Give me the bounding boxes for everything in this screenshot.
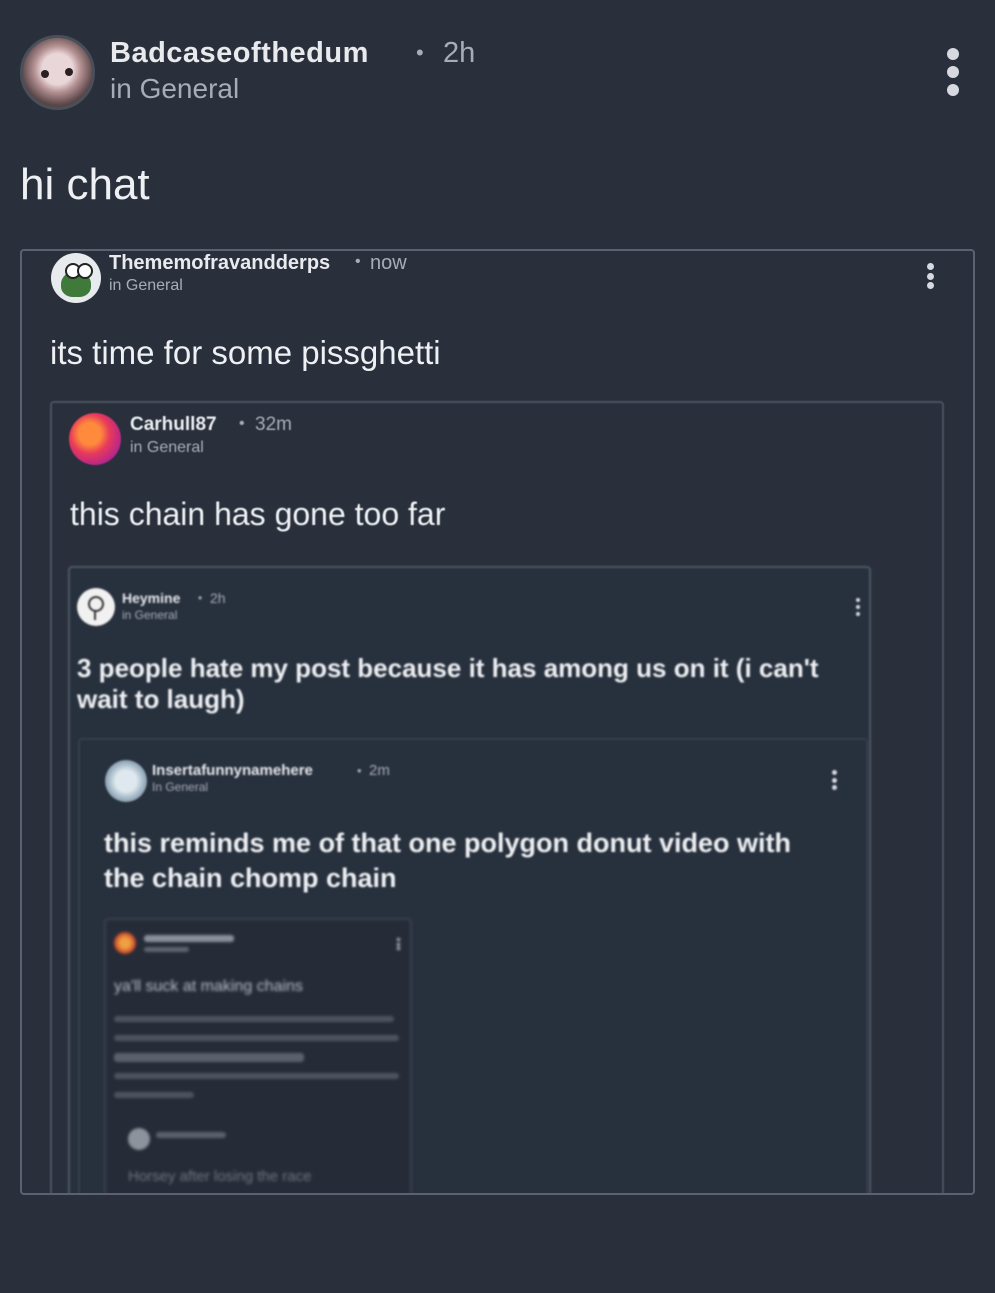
quote2-frame: Carhull87 • 32m in General this chain ha… <box>50 401 944 1193</box>
embedded-screenshot[interactable]: Thememofravandderps • now in General its… <box>20 249 975 1195</box>
quote3-separator: • <box>198 591 203 605</box>
post-separator: • <box>416 40 424 65</box>
avatar <box>77 588 115 626</box>
avatar <box>69 413 121 465</box>
quote3-body-line1: 3 people hate my post because it has amo… <box>77 653 819 683</box>
quote2-username: Carhull87 <box>130 414 217 435</box>
quote3-timestamp: 2h <box>210 590 226 606</box>
quote4-body-line2: the chain chomp chain <box>104 863 397 893</box>
more-vertical-icon <box>925 263 935 289</box>
avatar <box>114 932 136 954</box>
quote4-community: In General <box>152 780 209 794</box>
quote1-body: its time for some pissghetti <box>50 334 441 371</box>
quote1-username: Thememofravandderps <box>109 252 331 274</box>
quote1-timestamp: now <box>370 252 407 274</box>
quote5-frame: ya'll suck at making chains Horsey after… <box>104 918 412 1193</box>
quote3-community: in General <box>122 608 178 622</box>
post-username[interactable]: Badcaseofthedum <box>110 37 369 70</box>
avatar[interactable] <box>20 35 95 110</box>
more-vertical-icon <box>831 770 837 790</box>
quote2-separator: • <box>239 415 245 432</box>
quote4-frame: Insertafunnynamehere • 2m In General thi… <box>78 738 868 1193</box>
more-vertical-icon[interactable] <box>943 48 963 96</box>
quote2-timestamp: 32m <box>255 414 292 435</box>
more-vertical-icon <box>396 938 400 950</box>
quote3-frame: Heymine • 2h in General 3 people hate my… <box>68 566 871 1193</box>
quote4-timestamp: 2m <box>369 762 390 779</box>
post-community[interactable]: in General <box>110 73 239 105</box>
quote3-body-line2: wait to laugh) <box>77 684 245 714</box>
quote4-separator: • <box>357 763 362 778</box>
quote1-separator: • <box>355 253 361 270</box>
post-timestamp: 2h <box>443 37 476 69</box>
quote4-body-line1: this reminds me of that one polygon donu… <box>104 828 791 858</box>
quote1-community: in General <box>109 277 183 294</box>
quote2-body: this chain has gone too far <box>70 496 446 532</box>
quote3-username: Heymine <box>122 590 181 606</box>
post-body: hi chat <box>20 160 150 209</box>
more-vertical-icon <box>855 598 861 616</box>
quote4-username: Insertafunnynamehere <box>152 762 313 779</box>
quote5-reply: Horsey after losing the race <box>128 1168 312 1185</box>
avatar <box>51 253 101 303</box>
quote2-community: in General <box>130 439 204 456</box>
avatar <box>105 760 147 802</box>
avatar <box>128 1128 150 1150</box>
quote5-body: ya'll suck at making chains <box>114 978 303 995</box>
